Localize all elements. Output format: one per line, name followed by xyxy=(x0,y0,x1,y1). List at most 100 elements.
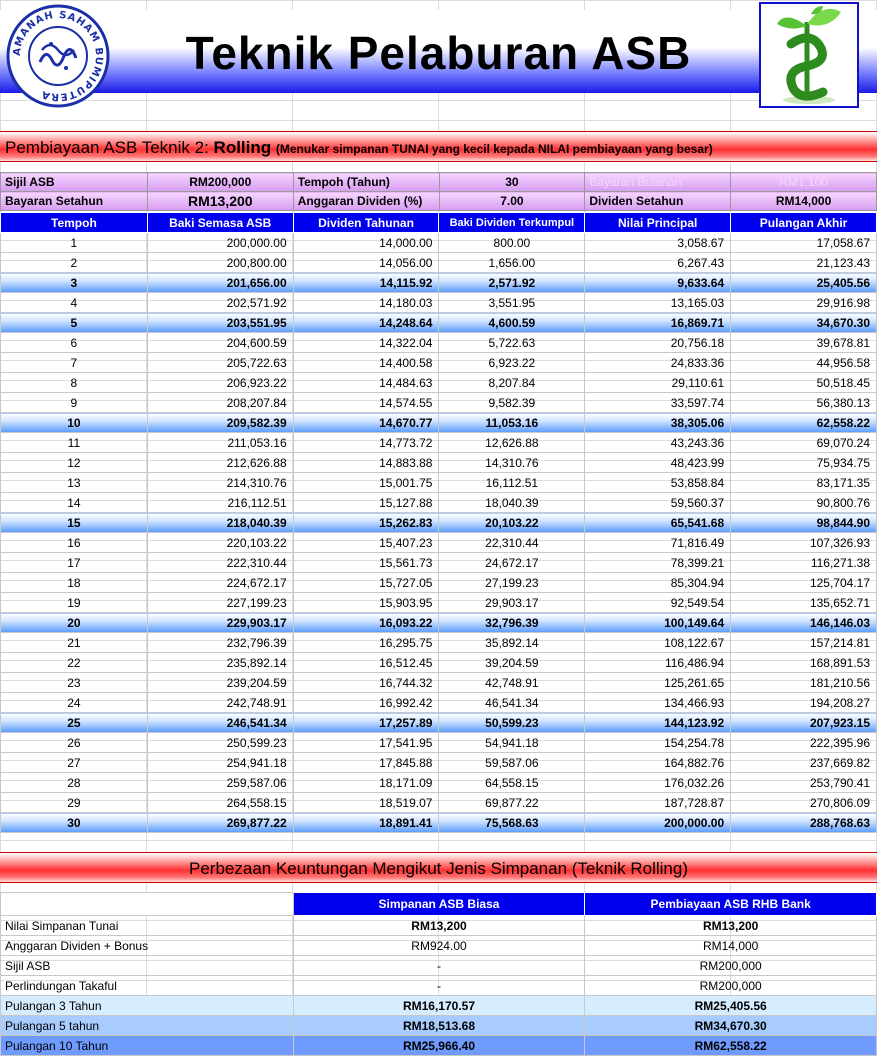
table-cell[interactable]: 14,180.03 xyxy=(292,292,440,313)
table-cell[interactable]: 17,058.67 xyxy=(730,232,877,253)
table-cell[interactable]: 18,171.09 xyxy=(292,772,440,793)
comparison-value[interactable]: RM13,200 xyxy=(584,915,877,936)
table-cell[interactable]: 11,053.16 xyxy=(438,412,586,433)
table-cell[interactable]: 176,032.26 xyxy=(584,772,732,793)
info-value[interactable]: RM200,000 xyxy=(146,172,294,192)
table-cell[interactable]: 125,261.65 xyxy=(584,672,732,693)
table-cell[interactable]: 17,257.89 xyxy=(292,712,440,733)
table-cell[interactable]: 43,243.36 xyxy=(584,432,732,453)
table-cell[interactable]: 53,858.84 xyxy=(584,472,732,493)
table-cell[interactable]: 270,806.09 xyxy=(730,792,877,813)
table-cell[interactable]: 259,587.06 xyxy=(146,772,294,793)
table-cell[interactable]: 16,093.22 xyxy=(292,612,440,633)
column-header[interactable]: Nilai Principal xyxy=(584,212,732,233)
table-cell[interactable]: 38,305.06 xyxy=(584,412,732,433)
table-cell[interactable]: 239,204.59 xyxy=(146,672,294,693)
table-cell[interactable]: 18,040.39 xyxy=(438,492,586,513)
table-cell[interactable]: 250,599.23 xyxy=(146,732,294,753)
info-value[interactable]: 7.00 xyxy=(438,191,586,211)
table-cell[interactable]: 201,656.00 xyxy=(146,272,294,293)
table-cell[interactable]: 207,923.15 xyxy=(730,712,877,733)
comparison-value[interactable]: RM14,000 xyxy=(584,935,877,956)
table-cell[interactable]: 16,992.42 xyxy=(292,692,440,713)
table-cell[interactable]: 108,122.67 xyxy=(584,632,732,653)
table-cell[interactable]: 90,800.76 xyxy=(730,492,877,513)
table-cell[interactable]: 75,568.63 xyxy=(438,812,586,833)
table-cell[interactable]: 20,756.18 xyxy=(584,332,732,353)
table-cell[interactable]: 204,600.59 xyxy=(146,332,294,353)
table-cell[interactable]: 3,551.95 xyxy=(438,292,586,313)
table-cell[interactable]: 15,727.05 xyxy=(292,572,440,593)
table-cell[interactable]: 14,322.04 xyxy=(292,332,440,353)
table-cell[interactable]: 54,941.18 xyxy=(438,732,586,753)
table-cell[interactable]: 14,000.00 xyxy=(292,232,440,253)
table-cell[interactable]: 24,672.17 xyxy=(438,552,586,573)
table-cell[interactable]: 116,271.38 xyxy=(730,552,877,573)
table-cell[interactable]: 187,728.87 xyxy=(584,792,732,813)
table-cell[interactable]: 15,407.23 xyxy=(292,532,440,553)
table-cell[interactable]: 227,199.23 xyxy=(146,592,294,613)
comparison-value[interactable]: - xyxy=(292,975,586,996)
table-cell[interactable]: 134,466.93 xyxy=(584,692,732,713)
column-header[interactable]: Simpanan ASB Biasa xyxy=(292,892,586,916)
table-cell[interactable]: 200,000.00 xyxy=(584,812,732,833)
table-cell[interactable]: 17,845.88 xyxy=(292,752,440,773)
table-cell[interactable]: 14,056.00 xyxy=(292,252,440,273)
table-cell[interactable]: 222,395.96 xyxy=(730,732,877,753)
table-cell[interactable]: 17 xyxy=(0,552,148,573)
table-cell[interactable]: 224,672.17 xyxy=(146,572,294,593)
table-cell[interactable]: 246,541.34 xyxy=(146,712,294,733)
table-cell[interactable]: 222,310.44 xyxy=(146,552,294,573)
table-cell[interactable]: 12,626.88 xyxy=(438,432,586,453)
table-cell[interactable]: 211,053.16 xyxy=(146,432,294,453)
table-cell[interactable]: 200,000.00 xyxy=(146,232,294,253)
table-cell[interactable]: 18,519.07 xyxy=(292,792,440,813)
table-cell[interactable]: 194,208.27 xyxy=(730,692,877,713)
table-cell[interactable]: 15,262.83 xyxy=(292,512,440,533)
table-cell[interactable]: 85,304.94 xyxy=(584,572,732,593)
table-cell[interactable]: 16,869.71 xyxy=(584,312,732,333)
table-cell[interactable]: 69,070.24 xyxy=(730,432,877,453)
table-cell[interactable]: 15,903.95 xyxy=(292,592,440,613)
column-header[interactable]: Tempoh xyxy=(0,212,148,233)
table-cell[interactable]: 206,923.22 xyxy=(146,372,294,393)
table-cell[interactable]: 218,040.39 xyxy=(146,512,294,533)
table-cell[interactable]: 2,571.92 xyxy=(438,272,586,293)
table-cell[interactable]: 64,558.15 xyxy=(438,772,586,793)
table-cell[interactable]: 4,600.59 xyxy=(438,312,586,333)
table-cell[interactable]: 205,722.63 xyxy=(146,352,294,373)
table-cell[interactable]: 39,204.59 xyxy=(438,652,586,673)
table-cell[interactable]: 25,405.56 xyxy=(730,272,877,293)
table-cell[interactable]: 9,633.64 xyxy=(584,272,732,293)
table-cell[interactable]: 12 xyxy=(0,452,148,473)
table-cell[interactable]: 14,883.88 xyxy=(292,452,440,473)
table-cell[interactable]: 17,541.95 xyxy=(292,732,440,753)
info-value[interactable]: RM14,000 xyxy=(730,191,877,211)
table-cell[interactable]: 116,486.94 xyxy=(584,652,732,673)
table-cell[interactable]: 13,165.03 xyxy=(584,292,732,313)
table-cell[interactable]: 154,254.78 xyxy=(584,732,732,753)
table-cell[interactable]: 220,103.22 xyxy=(146,532,294,553)
column-header[interactable]: Baki Semasa ASB xyxy=(146,212,294,233)
comparison-value[interactable]: - xyxy=(292,955,586,976)
table-cell[interactable]: 14,670.77 xyxy=(292,412,440,433)
table-cell[interactable]: 23 xyxy=(0,672,148,693)
column-header[interactable]: Pulangan Akhir xyxy=(730,212,877,233)
table-cell[interactable]: 9,582.39 xyxy=(438,392,586,413)
table-cell[interactable]: 200,800.00 xyxy=(146,252,294,273)
table-cell[interactable]: 125,704.17 xyxy=(730,572,877,593)
column-header[interactable]: Pembiayaan ASB RHB Bank xyxy=(584,892,877,916)
table-cell[interactable]: 65,541.68 xyxy=(584,512,732,533)
table-cell[interactable]: 11 xyxy=(0,432,148,453)
table-cell[interactable]: 59,587.06 xyxy=(438,752,586,773)
comparison-value[interactable]: RM18,513.68 xyxy=(292,1015,586,1036)
table-cell[interactable]: 235,892.14 xyxy=(146,652,294,673)
table-cell[interactable]: 22,310.44 xyxy=(438,532,586,553)
table-cell[interactable]: 28 xyxy=(0,772,148,793)
table-cell[interactable]: 14 xyxy=(0,492,148,513)
table-cell[interactable]: 237,669.82 xyxy=(730,752,877,773)
table-cell[interactable]: 6 xyxy=(0,332,148,353)
table-cell[interactable]: 29 xyxy=(0,792,148,813)
table-cell[interactable]: 14,484.63 xyxy=(292,372,440,393)
table-cell[interactable]: 9 xyxy=(0,392,148,413)
